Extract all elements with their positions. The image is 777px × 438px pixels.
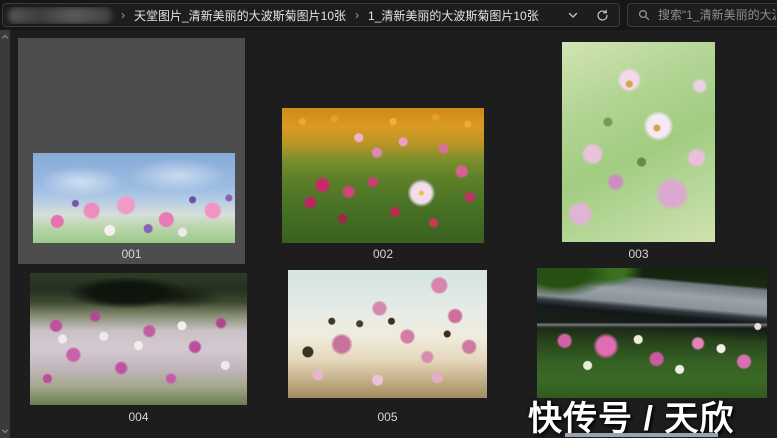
file-explorer-window: › 天堂图片_清新美丽的大波斯菊图片10张 › 1_清新美丽的大波斯菊图片10张	[0, 0, 777, 438]
breadcrumb-separator-icon: ›	[121, 8, 125, 22]
thumbnail-label-005[interactable]: 005	[288, 410, 487, 424]
thumbnail-006[interactable]	[537, 268, 767, 398]
thumbnail-label-002[interactable]: 002	[282, 247, 484, 261]
vertical-scrollbar[interactable]	[0, 30, 10, 438]
thumbnail-label-004[interactable]: 004	[30, 410, 247, 424]
refresh-button[interactable]	[594, 7, 610, 23]
breadcrumb: › 天堂图片_清新美丽的大波斯菊图片10张 › 1_清新美丽的大波斯菊图片10张	[3, 7, 539, 24]
chevron-up-icon	[1, 33, 9, 41]
watermark-text: 快传号 / 天欣	[528, 391, 777, 438]
breadcrumb-separator-icon: ›	[355, 8, 359, 22]
address-bar[interactable]: › 天堂图片_清新美丽的大波斯菊图片10张 › 1_清新美丽的大波斯菊图片10张	[2, 3, 620, 27]
refresh-icon	[596, 9, 609, 22]
address-dropdown-button[interactable]	[565, 7, 581, 23]
breadcrumb-root-redacted[interactable]	[8, 7, 112, 24]
thumbnail-label-001[interactable]: 001	[18, 247, 245, 261]
thumbnail-004[interactable]	[30, 273, 247, 405]
address-bar-actions	[565, 4, 610, 26]
scroll-up-button[interactable]	[0, 32, 10, 42]
thumbnail-001[interactable]	[33, 153, 235, 243]
breadcrumb-item-current-folder[interactable]: 1_清新美丽的大波斯菊图片10张	[368, 7, 539, 24]
watermark-underline	[565, 433, 718, 437]
gallery-grid: 001 002 003 004 005	[10, 30, 777, 438]
scroll-down-button[interactable]	[0, 426, 10, 436]
chevron-down-icon	[567, 9, 579, 21]
thumbnail-label-003[interactable]: 003	[562, 247, 715, 261]
thumbnail-002[interactable]	[282, 108, 484, 243]
thumbnail-005[interactable]	[288, 270, 487, 398]
explorer-top-bar: › 天堂图片_清新美丽的大波斯菊图片10张 › 1_清新美丽的大波斯菊图片10张	[0, 0, 777, 30]
breadcrumb-item-parent-folder[interactable]: 天堂图片_清新美丽的大波斯菊图片10张	[134, 7, 346, 24]
thumbnail-003[interactable]	[562, 42, 715, 242]
search-icon	[638, 9, 650, 21]
chevron-down-icon	[1, 427, 9, 435]
search-input[interactable]	[658, 8, 776, 22]
search-box[interactable]	[627, 3, 777, 27]
